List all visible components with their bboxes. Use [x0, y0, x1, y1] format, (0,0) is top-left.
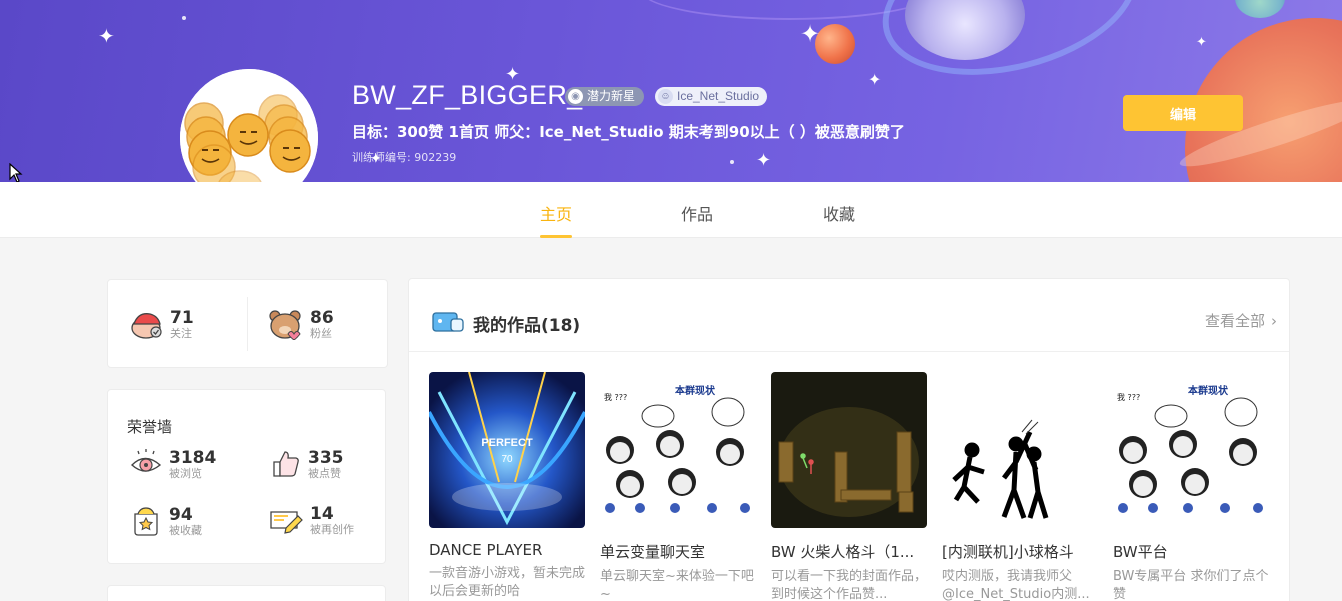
works-header: 我的作品(18) 查看全部 › — [409, 279, 1289, 352]
work-description: 可以看一下我的封面作品，到时候这个作品赞... — [771, 569, 928, 601]
work-title[interactable]: BW 火柴人格斗（1... — [771, 541, 931, 562]
view-all-label: 查看全部 — [1204, 312, 1265, 330]
work-title[interactable]: BW平台 — [1113, 541, 1273, 562]
remixes-stat: 14 被再创作 — [268, 504, 354, 536]
dance-player-cover: PERFECT 70 — [429, 372, 585, 528]
meme-question: 我 ??? — [1117, 392, 1140, 402]
sparkle-icon: ✦ — [98, 24, 115, 48]
thumbs-up-icon — [273, 451, 299, 477]
work-title[interactable]: [内测联机]小球格斗 — [942, 541, 1102, 562]
view-all-link[interactable]: 查看全部 › — [1205, 310, 1277, 331]
trainer-id: 训练师编号: 902239 — [352, 151, 457, 164]
sparkle-icon: ✦ — [1196, 35, 1207, 50]
favorites-label: 被收藏 — [169, 523, 202, 537]
username: BW_ZF_BIGGER_ — [352, 80, 583, 110]
ball-fight-cover — [942, 372, 1098, 528]
favorites-box-icon — [134, 507, 158, 536]
work-thumbnail[interactable]: PERFECT 70 — [429, 372, 585, 528]
potential-star-badge[interactable]: ◉ 潜力新星 — [565, 87, 644, 106]
tab-home[interactable]: 主页 — [540, 201, 572, 225]
banner-planet — [815, 24, 855, 64]
work-card[interactable]: BW 火柴人格斗（1... 可以看一下我的封面作品，到时候这个作品赞... — [771, 372, 927, 601]
likes-count: 335 — [308, 447, 344, 468]
work-title[interactable]: DANCE PLAYER — [429, 541, 589, 559]
favorites-stat: 94 被收藏 — [129, 504, 202, 538]
tab-favorites[interactable]: 收藏 — [823, 201, 855, 225]
following-icon — [131, 313, 162, 339]
work-thumbnail[interactable]: 本群现状 我 ??? — [600, 372, 756, 528]
work-description: 哎内测版，我请我师父@Ice_Net_Studio内测... — [942, 569, 1090, 601]
work-card[interactable]: 本群现状 我 ??? BW平台 BW专属平台 求你们了点个赞 — [1113, 372, 1269, 601]
likes-label: 被点赞 — [308, 466, 341, 480]
sparkle-dot — [730, 160, 734, 164]
chevron-right-icon: › — [1271, 311, 1277, 330]
eye-icon — [130, 449, 162, 472]
remix-pencil-icon — [270, 511, 303, 534]
sparkle-dot — [182, 16, 186, 20]
badge-label: 潜力新星 — [587, 89, 636, 103]
profile-motto: 目标：300赞 1首页 师父：Ice_Net_Studio 期末考到90以上（ … — [352, 123, 905, 141]
views-stat: 3184 被浏览 — [129, 448, 216, 480]
works-folder-icon — [432, 312, 464, 332]
following-label: 关注 — [170, 326, 192, 340]
honor-wall-title: 荣誉墙 — [127, 418, 173, 436]
work-description: 单云聊天室~来体验一下吧~ — [600, 569, 754, 601]
work-card[interactable]: [内测联机]小球格斗 哎内测版，我请我师父@Ice_Net_Studio内测..… — [942, 372, 1098, 601]
meme-title: 本群现状 — [675, 384, 716, 397]
panda-meme-cover: 本群现状 我 ??? — [600, 372, 756, 528]
fans-icon — [269, 310, 301, 340]
my-works-panel: 我的作品(18) 查看全部 › PERFECT 70 DANCE PLAYER … — [408, 278, 1290, 601]
remixes-label: 被再创作 — [310, 522, 354, 536]
likes-stat: 335 被点赞 — [268, 448, 344, 480]
sparkle-icon: ✦ — [868, 70, 882, 89]
following-stat[interactable]: 71 关注 — [130, 308, 194, 340]
work-title[interactable]: 单云变量聊天室 — [600, 541, 760, 562]
work-description: 一款音游小游戏，暂未完成 以后会更新的哈 — [429, 566, 586, 599]
work-card[interactable]: 本群现状 我 ??? 单云变量聊天室 单云聊天室~来体验一下吧~ — [600, 372, 756, 601]
work-thumbnail[interactable]: 本群现状 我 ??? — [1113, 372, 1269, 528]
stickman-fight-cover — [771, 372, 927, 528]
badge-label: Ice_Net_Studio — [677, 89, 760, 103]
works-title: 我的作品(18) — [473, 316, 581, 336]
follow-stats-card: 71 关注 86 粉丝 — [107, 279, 388, 368]
banner-planet — [1235, 0, 1285, 18]
master-icon: ☺ — [658, 89, 673, 104]
divider — [247, 297, 248, 351]
master-badge[interactable]: ☺ Ice_Net_Studio — [655, 87, 767, 106]
sidebar-card — [107, 585, 386, 601]
work-thumbnail[interactable] — [942, 372, 1098, 528]
perfect-text: PERFECT — [481, 437, 533, 449]
fans-stat[interactable]: 86 粉丝 — [268, 308, 334, 340]
remixes-count: 14 — [310, 503, 334, 524]
meme-title: 本群现状 — [1188, 384, 1229, 397]
work-thumbnail[interactable] — [771, 372, 927, 528]
following-count: 71 — [170, 307, 194, 328]
fans-label: 粉丝 — [310, 326, 332, 340]
views-count: 3184 — [169, 447, 217, 468]
work-card[interactable]: PERFECT 70 DANCE PLAYER 一款音游小游戏，暂未完成 以后会… — [429, 372, 585, 601]
mouse-cursor-icon — [9, 163, 23, 183]
favorites-count: 94 — [169, 504, 193, 525]
fans-count: 86 — [310, 307, 334, 328]
profile-tabs: 主页 作品 收藏 — [0, 182, 1342, 238]
views-label: 被浏览 — [169, 466, 202, 480]
camera-icon: ◉ — [568, 89, 583, 104]
tab-works[interactable]: 作品 — [681, 201, 713, 225]
score-text: 70 — [501, 454, 513, 465]
edit-profile-button[interactable]: 编辑 — [1123, 95, 1243, 131]
active-tab-indicator — [540, 235, 572, 238]
work-description: BW专属平台 求你们了点个赞 — [1113, 569, 1269, 601]
meme-question: 我 ??? — [604, 392, 627, 402]
sparkle-icon: ✦ — [800, 20, 821, 48]
honor-wall-card: 荣誉墙 3184 被浏览 335 被点赞 94 被收藏 14 被再创作 — [107, 389, 386, 564]
panda-meme-cover: 本群现状 我 ??? — [1113, 372, 1269, 528]
sparkle-icon: ✦ — [756, 150, 772, 171]
